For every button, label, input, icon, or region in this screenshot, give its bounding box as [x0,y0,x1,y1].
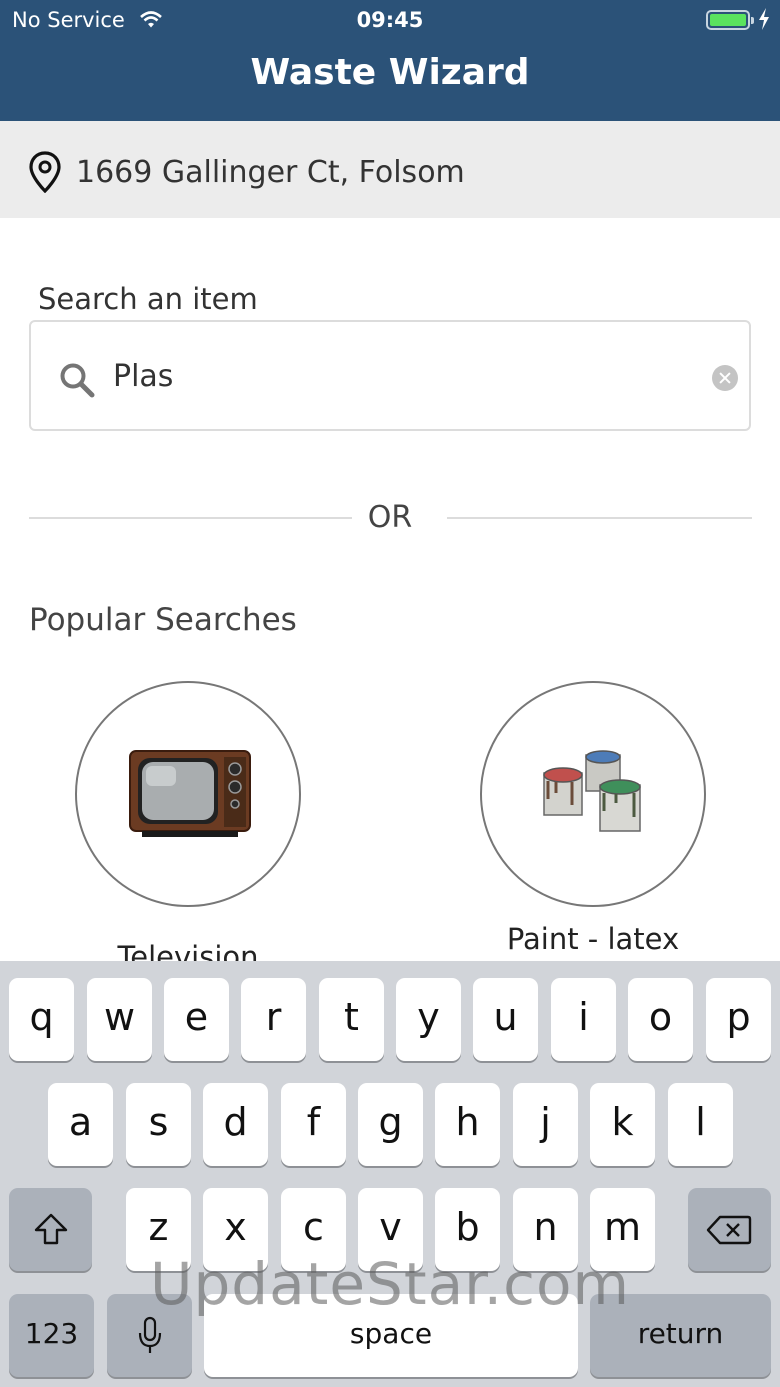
clock: 09:45 [356,8,424,32]
key-l[interactable]: l [668,1083,733,1166]
address-text: 1669 Gallinger Ct, Folsom [76,155,465,190]
key-k[interactable]: k [590,1083,655,1166]
search-input[interactable] [113,350,693,402]
location-bar[interactable]: 1669 Gallinger Ct, Folsom [0,121,780,218]
popular-item-paint-latex[interactable] [480,681,706,907]
key-i[interactable]: i [551,978,616,1061]
navigation-bar: No Service 09:45 Waste Wizard [0,0,780,121]
shift-icon [34,1213,68,1245]
key-r[interactable]: r [241,978,306,1061]
key-a[interactable]: a [48,1083,113,1166]
paint-cans-icon [543,750,641,832]
clear-search-icon[interactable] [712,365,738,391]
key-p[interactable]: p [706,978,771,1061]
key-g[interactable]: g [358,1083,423,1166]
key-u[interactable]: u [473,978,538,1061]
watermark: UpdateStar.com [150,1250,630,1318]
search-icon [59,362,95,402]
key-y[interactable]: y [396,978,461,1061]
key-s[interactable]: s [126,1083,191,1166]
page-title: Waste Wizard [250,52,530,93]
key-o[interactable]: o [628,978,693,1061]
location-pin-icon [28,151,62,197]
search-label: Search an item [38,282,258,316]
microphone-icon [138,1316,162,1353]
popular-searches-title: Popular Searches [29,602,297,638]
key-h[interactable]: h [435,1083,500,1166]
television-icon [129,750,251,837]
popular-item-label: Paint - latex [506,922,680,956]
battery-icon [706,10,754,30]
key-q[interactable]: q [9,978,74,1061]
search-field[interactable] [29,320,751,431]
backspace-icon [706,1215,752,1245]
status-bar: No Service 09:45 [0,0,780,40]
divider-right [447,517,752,519]
key-d[interactable]: d [203,1083,268,1166]
key-e[interactable]: e [164,978,229,1061]
key-f[interactable]: f [281,1083,346,1166]
popular-item-label: Television [117,940,259,961]
charging-icon [758,8,770,35]
key-w[interactable]: w [87,978,152,1061]
popular-item-television[interactable] [75,681,301,907]
key-t[interactable]: t [319,978,384,1061]
key-j[interactable]: j [513,1083,578,1166]
keyboard: q w e r t y u i o p a s d f g h j k l z … [0,961,780,1387]
